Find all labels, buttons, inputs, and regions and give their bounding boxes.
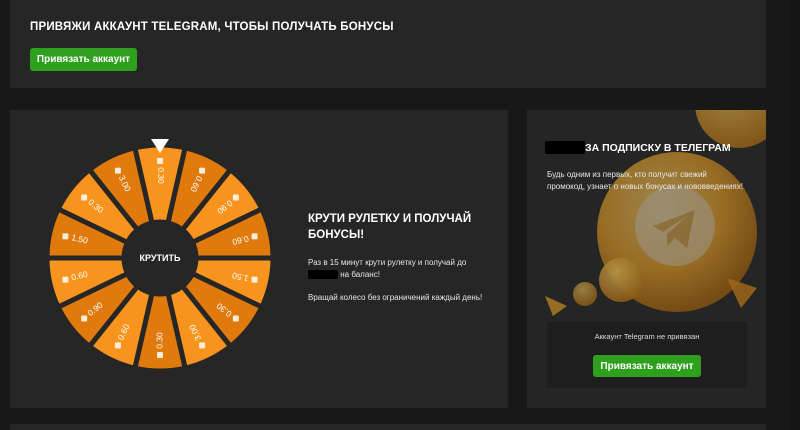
- wheel-segment-label: 0.30: [156, 167, 166, 184]
- telegram-link-banner: ПРИВЯЖИ АККАУНТ TELEGRAM, ЧТОБЫ ПОЛУЧАТЬ…: [10, 0, 766, 88]
- coin-icon: [232, 194, 239, 201]
- spin-description-text: Раз в 15 минут крути рулетку и получай д…: [308, 258, 467, 267]
- telegram-subscribe-card: ЗА ПОДПИСКУ В ТЕЛЕГРАМ Будь одним из пер…: [527, 110, 766, 408]
- spin-description: Раз в 15 минут крути рулетку и получай д…: [308, 257, 498, 281]
- coin-icon: [81, 315, 88, 322]
- coin-icon: [81, 194, 88, 201]
- link-account-button[interactable]: Привязать аккаунт: [30, 48, 137, 71]
- spin-button-label[interactable]: КРУТИТЬ: [140, 253, 181, 263]
- wheel-panel: 0.30 0.60 0.90 0.60 1.50 0.30 3.00 0.30 0.60 0.90…: [10, 110, 508, 408]
- coin-icon: [199, 342, 206, 349]
- coin-icon: [251, 233, 258, 240]
- spin-description-suffix: на баланс!: [340, 270, 380, 279]
- coin-icon: [251, 276, 258, 283]
- coin-icon: [62, 233, 69, 240]
- coin-icon: [232, 315, 239, 322]
- telegram-status-text: Аккаунт Telegram не привязан: [594, 332, 700, 341]
- redacted-amount: [308, 270, 338, 280]
- wheel-segment-label: 0.30: [154, 332, 164, 349]
- next-section-edge: [10, 424, 766, 430]
- spin-button[interactable]: КРУТИТЬ: [124, 222, 196, 294]
- redacted-amount: [545, 141, 585, 154]
- telegram-card-title: ЗА ПОДПИСКУ В ТЕЛЕГРАМ: [585, 142, 731, 154]
- page-scrollbar[interactable]: [790, 0, 800, 430]
- coin-icon: [199, 167, 206, 174]
- coin-icon: [62, 276, 69, 283]
- spin-title: КРУТИ РУЛЕТКУ И ПОЛУЧАЙ БОНУСЫ!: [308, 213, 472, 241]
- coin-icon: [114, 342, 121, 349]
- coin-icon: [114, 167, 121, 174]
- telegram-status-box: Аккаунт Telegram не привязан Привязать а…: [547, 322, 747, 388]
- fortune-wheel[interactable]: 0.30 0.600.900.601.500.303.000.300.600.90…: [10, 110, 310, 408]
- link-telegram-button[interactable]: Привязать аккаунт: [593, 355, 701, 377]
- telegram-card-description: Будь одним из первых, кто получит свежий…: [547, 170, 743, 191]
- coin-icon: [157, 352, 163, 358]
- spin-note: Вращай колесо без ограничений каждый ден…: [308, 293, 483, 302]
- banner-title: ПРИВЯЖИ АККАУНТ TELEGRAM, ЧТОБЫ ПОЛУЧАТЬ…: [30, 21, 394, 33]
- coin-icon: [157, 158, 163, 164]
